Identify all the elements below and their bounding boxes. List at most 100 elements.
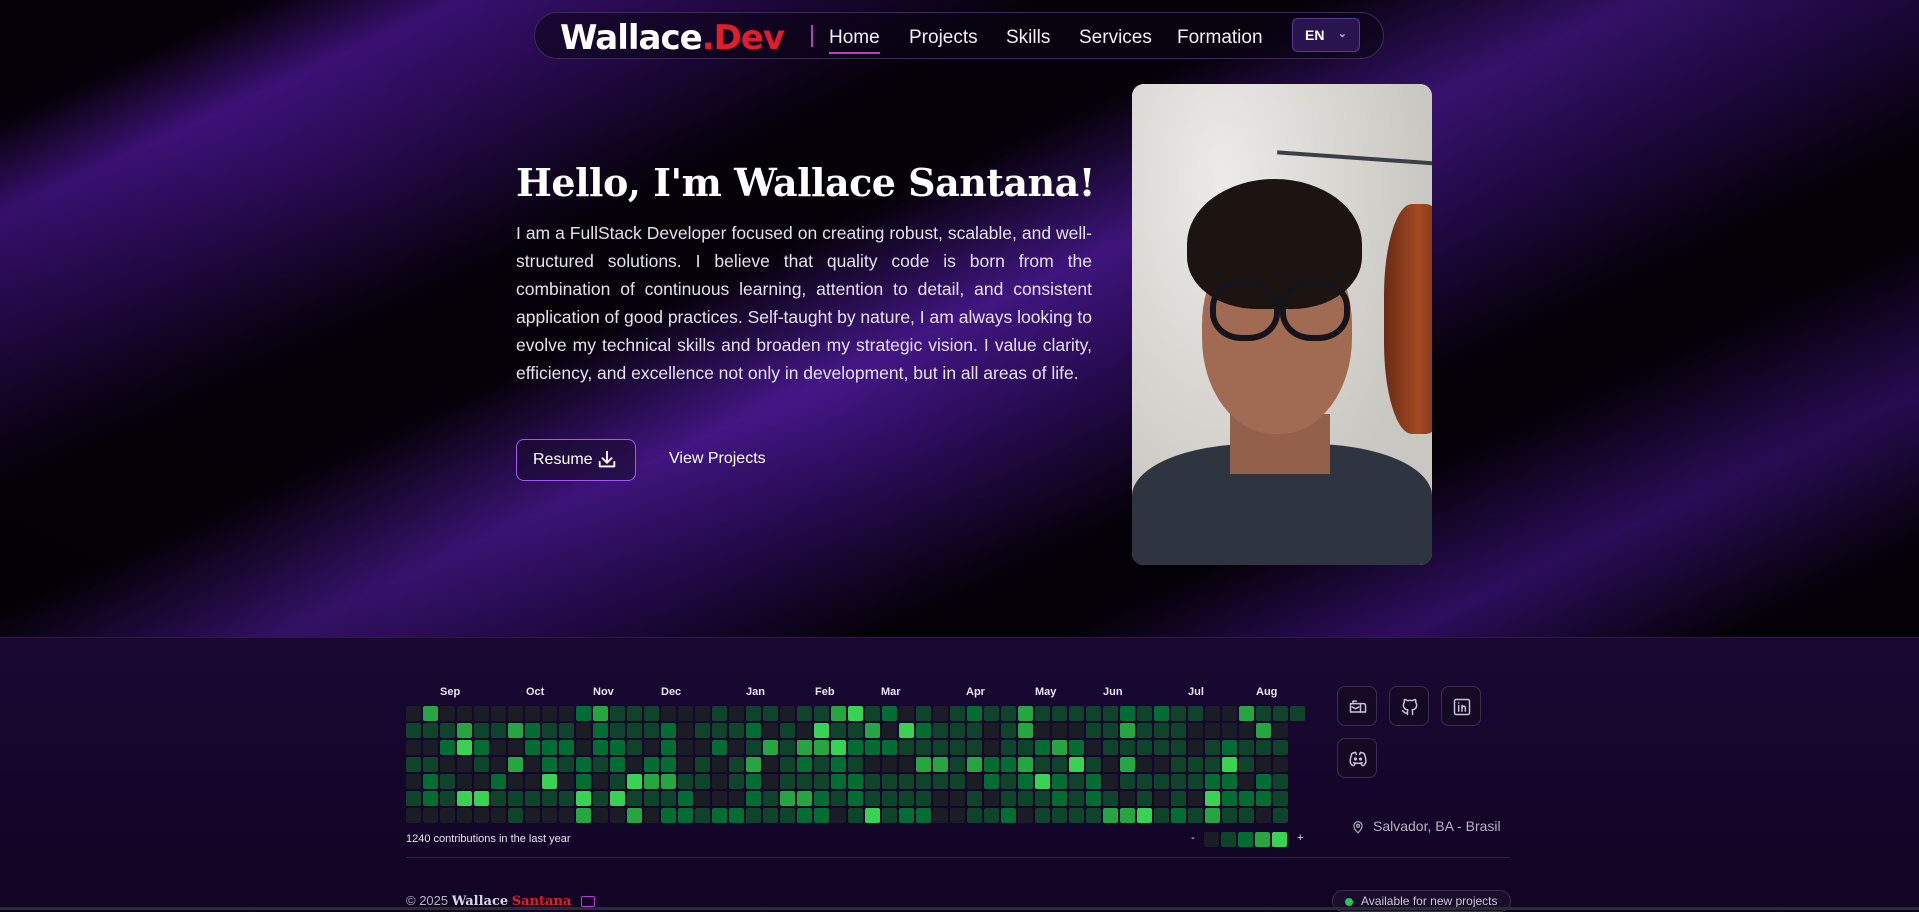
- contribution-cell: [508, 791, 523, 806]
- contribution-cell: [763, 808, 778, 823]
- contribution-cell: [1018, 757, 1033, 772]
- contribution-cell: [950, 808, 965, 823]
- contribution-cell: [661, 723, 676, 738]
- contribution-cell: [1069, 757, 1084, 772]
- contribution-cell: [1154, 757, 1169, 772]
- contribution-cell: [1052, 808, 1067, 823]
- contribution-cell: [950, 774, 965, 789]
- contribution-cell: [712, 757, 727, 772]
- legend-cell: [1272, 832, 1287, 847]
- contribution-cell: [1035, 706, 1050, 721]
- contribution-cell: [474, 808, 489, 823]
- contribution-cell: [423, 706, 438, 721]
- contribution-cell: [1171, 740, 1186, 755]
- language-select[interactable]: EN ⌄: [1292, 18, 1360, 52]
- contribution-cell: [780, 740, 795, 755]
- contribution-cell: [627, 740, 642, 755]
- contribution-cell: [1256, 706, 1271, 721]
- contribution-cell: [1086, 791, 1101, 806]
- contribution-cell: [763, 757, 778, 772]
- contribution-cell: [1171, 791, 1186, 806]
- contribution-cell: [797, 791, 812, 806]
- hero-title: Hello, I'm Wallace Santana!: [516, 160, 1095, 205]
- nav-services[interactable]: Services: [1079, 27, 1152, 49]
- nav-formation[interactable]: Formation: [1177, 27, 1263, 49]
- contribution-cell: [746, 808, 761, 823]
- contribution-cell: [525, 808, 540, 823]
- contribution-cell: [814, 723, 829, 738]
- nav-home[interactable]: Home: [829, 27, 880, 54]
- contribution-cell: [406, 808, 421, 823]
- contribution-cell: [1086, 740, 1101, 755]
- discord-button[interactable]: [1337, 738, 1377, 778]
- contribution-cell: [1171, 808, 1186, 823]
- contribution-cell: [984, 706, 999, 721]
- contribution-cell: [831, 808, 846, 823]
- contribution-cell: [933, 723, 948, 738]
- contribution-cell: [1018, 723, 1033, 738]
- contribution-cell: [678, 791, 693, 806]
- contribution-cell: [627, 723, 642, 738]
- contribution-cell: [440, 740, 455, 755]
- contribution-cell: [712, 791, 727, 806]
- contribution-cell: [1188, 808, 1203, 823]
- contribution-cell: [950, 706, 965, 721]
- nav-projects[interactable]: Projects: [909, 27, 978, 49]
- view-projects-button[interactable]: View Projects: [669, 450, 766, 468]
- footer-divider: [406, 857, 1510, 858]
- contribution-cell: [1205, 740, 1220, 755]
- github-button[interactable]: [1389, 686, 1429, 726]
- contribution-cell: [610, 706, 625, 721]
- contribution-cell: [576, 706, 591, 721]
- contribution-cell: [1239, 740, 1254, 755]
- contribution-cell: [474, 757, 489, 772]
- profile-photo: [1132, 84, 1432, 565]
- contribution-cell: [1086, 774, 1101, 789]
- contribution-cell: [576, 791, 591, 806]
- contribution-cell: [950, 723, 965, 738]
- contribution-cell: [1103, 723, 1118, 738]
- contribution-cell: [729, 740, 744, 755]
- contribution-cell: [831, 774, 846, 789]
- contribution-cell: [525, 791, 540, 806]
- contribution-cell: [1120, 774, 1135, 789]
- linkedin-button[interactable]: [1441, 686, 1481, 726]
- resume-button[interactable]: Resume: [516, 439, 636, 481]
- contribution-cell: [542, 757, 557, 772]
- contribution-cell: [1035, 757, 1050, 772]
- contribution-cell: [848, 791, 863, 806]
- contribution-cell: [797, 757, 812, 772]
- contribution-cell: [423, 808, 438, 823]
- contribution-cell: [746, 706, 761, 721]
- contribution-cell: [474, 791, 489, 806]
- contribution-cell: [729, 774, 744, 789]
- contribution-cell: [916, 723, 931, 738]
- contribution-cell: [865, 791, 880, 806]
- contribution-cell: [967, 740, 982, 755]
- contribution-cell: [491, 740, 506, 755]
- contribution-cell: [1086, 723, 1101, 738]
- contribution-cell: [1103, 808, 1118, 823]
- contribution-cell: [865, 723, 880, 738]
- contribution-cell: [542, 774, 557, 789]
- logo[interactable]: Wallace.Dev: [560, 18, 785, 58]
- contribution-cell: [644, 723, 659, 738]
- contribution-cell: [712, 706, 727, 721]
- contribution-cell: [916, 706, 931, 721]
- contribution-cell: [1205, 723, 1220, 738]
- contribution-cell: [865, 757, 880, 772]
- contribution-cell: [1222, 808, 1237, 823]
- contribution-cell: [406, 791, 421, 806]
- contribution-cell: [627, 706, 642, 721]
- contribution-cell: [1154, 808, 1169, 823]
- contribution-cell: [406, 774, 421, 789]
- mail-button[interactable]: [1337, 686, 1377, 726]
- contribution-cell: [406, 740, 421, 755]
- contribution-cell: [1222, 757, 1237, 772]
- legend-cell: [1204, 832, 1219, 847]
- month-label: Aug: [1256, 686, 1278, 698]
- contribution-cell: [593, 706, 608, 721]
- nav-skills[interactable]: Skills: [1006, 27, 1050, 49]
- contribution-cell: [1018, 706, 1033, 721]
- contribution-cell: [1120, 723, 1135, 738]
